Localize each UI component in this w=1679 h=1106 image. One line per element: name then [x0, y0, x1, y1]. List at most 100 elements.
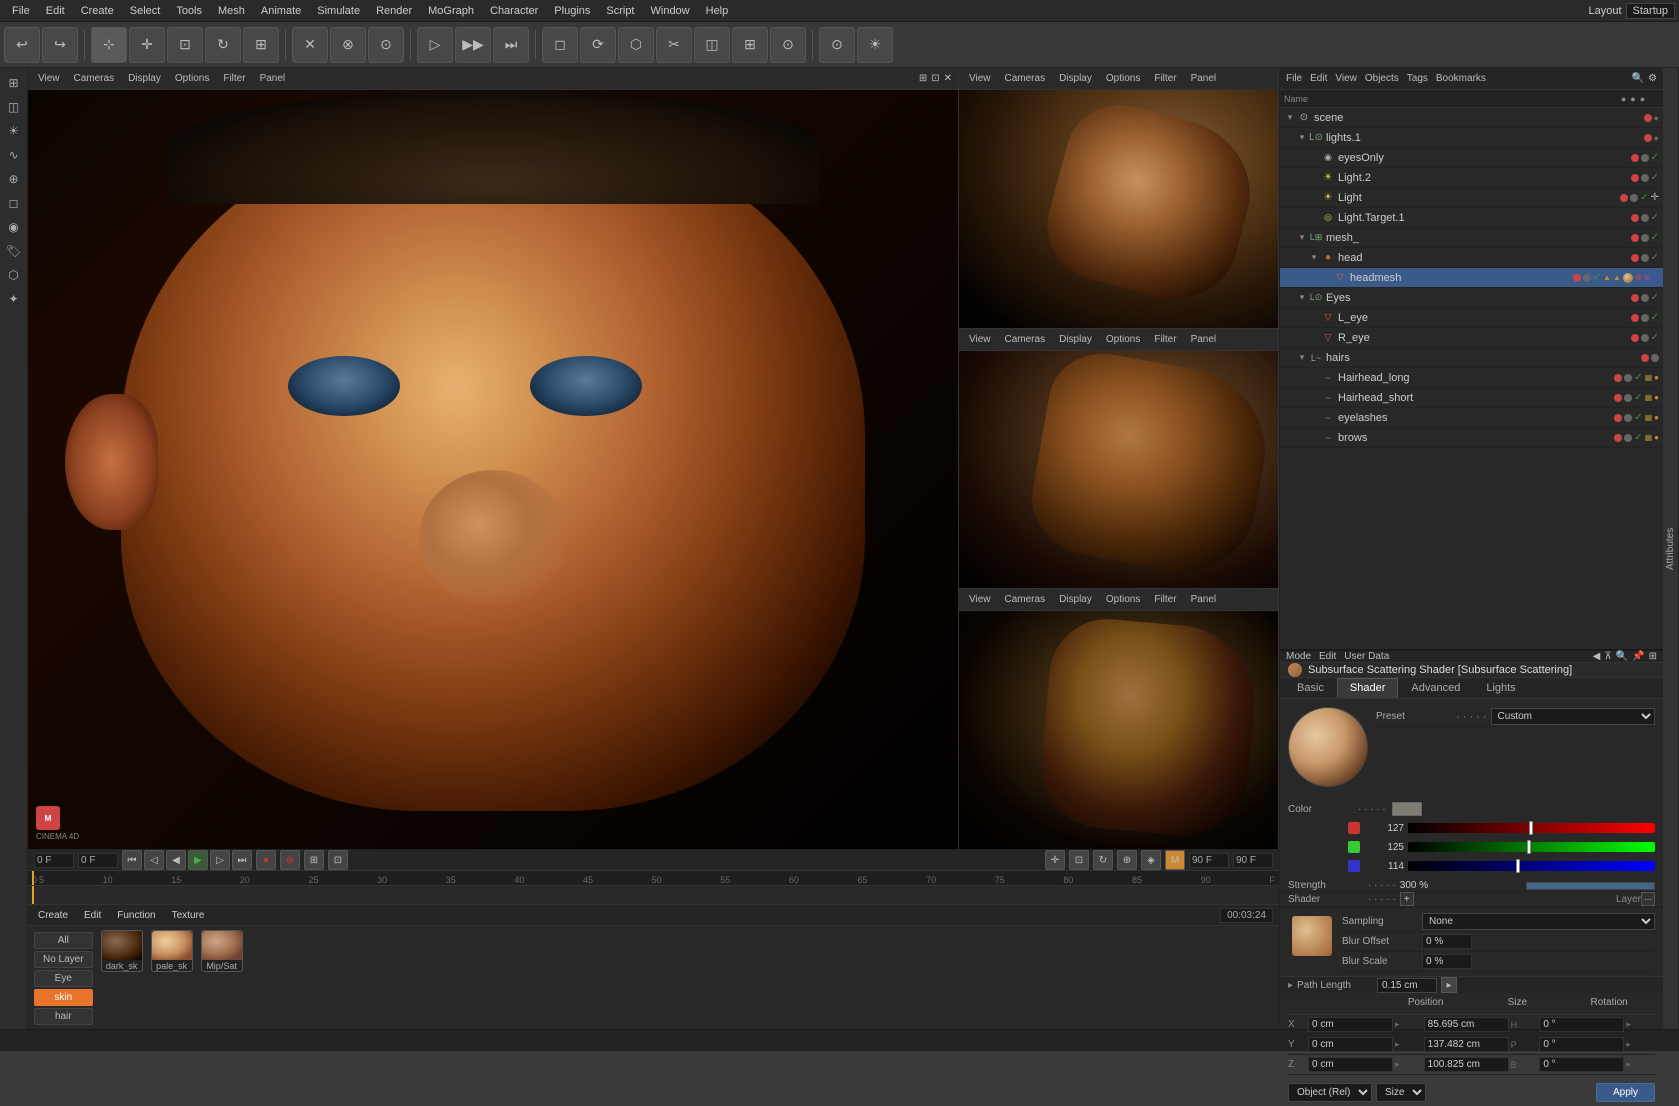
path-increment-btn[interactable]: ▸	[1441, 977, 1457, 993]
scale-key-btn[interactable]: ⊡	[1069, 850, 1089, 870]
play-forward-button[interactable]: ▶	[188, 850, 208, 870]
menu-plugins[interactable]: Plugins	[546, 3, 598, 19]
sv2-options[interactable]: Options	[1102, 332, 1144, 347]
magnet-tool[interactable]: ⊙	[770, 27, 806, 63]
redo-button[interactable]: ↪	[42, 27, 78, 63]
strength-slider-track[interactable]	[1526, 882, 1655, 890]
object-left-tool[interactable]: ◻	[3, 192, 25, 214]
size-x-input[interactable]	[1424, 1017, 1509, 1032]
sv-options[interactable]: Options	[1102, 71, 1144, 86]
tree-item-light2[interactable]: ☀ Light.2 ✓	[1280, 168, 1663, 188]
sv3-display[interactable]: Display	[1055, 592, 1096, 607]
preset-dropdown[interactable]: Custom	[1491, 708, 1655, 725]
cube-tool[interactable]: ⊞	[3, 72, 25, 94]
scene-file-menu[interactable]: File	[1286, 73, 1302, 84]
sv2-filter[interactable]: Filter	[1150, 332, 1180, 347]
attr-more-icon[interactable]: ⊞	[1649, 651, 1657, 662]
vbar-options[interactable]: Options	[171, 71, 213, 86]
b-slider-track[interactable]	[1408, 861, 1655, 871]
path-length-input[interactable]	[1377, 978, 1437, 993]
sampling-dropdown[interactable]: None	[1422, 913, 1655, 930]
menu-mesh[interactable]: Mesh	[210, 3, 253, 19]
tab-advanced[interactable]: Advanced	[1398, 678, 1473, 698]
material-left-tool[interactable]: ◉	[3, 216, 25, 238]
menu-create[interactable]: Create	[73, 3, 122, 19]
pla-key-btn[interactable]: ◈	[1141, 850, 1161, 870]
filter-eye[interactable]: Eye	[34, 970, 93, 987]
fps-input[interactable]	[1233, 853, 1273, 868]
size-y-input[interactable]	[1424, 1037, 1509, 1052]
function-label[interactable]: Function	[113, 908, 159, 923]
timeline-track[interactable]	[28, 886, 1279, 905]
scene-left-tool[interactable]: ⬡	[3, 264, 25, 286]
render-view[interactable]: ⊗	[330, 27, 366, 63]
filter-all[interactable]: All	[34, 932, 93, 949]
tree-item-reye[interactable]: ▽ R_eye ✓	[1280, 328, 1663, 348]
tree-item-eyesonly[interactable]: ◉ eyesOnly ✓	[1280, 148, 1663, 168]
scene-settings-icon[interactable]: ⚙	[1648, 73, 1657, 84]
pos-z-input[interactable]	[1308, 1057, 1393, 1072]
sub-viewport-mid[interactable]: View Cameras Display Options Filter Pane…	[959, 329, 1278, 590]
scale-tool[interactable]: ⊡	[167, 27, 203, 63]
scene-view-menu[interactable]: View	[1335, 73, 1357, 84]
goto-start-button[interactable]: ⏮	[122, 850, 142, 870]
play-back-button[interactable]: ◀	[166, 850, 186, 870]
filter-nolayer[interactable]: No Layer	[34, 951, 93, 968]
mode-menu[interactable]: Mode	[1286, 651, 1311, 662]
frame-end-input[interactable]	[1189, 853, 1229, 868]
undo-button[interactable]: ↩	[4, 27, 40, 63]
rotate-tool[interactable]: ↻	[205, 27, 241, 63]
rot-y-input[interactable]	[1539, 1037, 1624, 1052]
spline-tool[interactable]: ◫	[694, 27, 730, 63]
rot-x-input[interactable]	[1539, 1017, 1624, 1032]
camera-tool[interactable]: ◫	[3, 96, 25, 118]
vbar-view[interactable]: View	[34, 71, 64, 86]
blur-offset-input[interactable]	[1422, 934, 1472, 949]
bend-tool[interactable]: ⟳	[580, 27, 616, 63]
all-key-btn[interactable]: ⊕	[1117, 850, 1137, 870]
tab-shader[interactable]: Shader	[1337, 678, 1398, 698]
color-swatch[interactable]	[1392, 802, 1422, 816]
menu-simulate[interactable]: Simulate	[309, 3, 368, 19]
frame-start-input[interactable]	[34, 853, 74, 868]
menu-tools[interactable]: Tools	[168, 3, 210, 19]
light-left-tool[interactable]: ☀	[3, 120, 25, 142]
sv3-view[interactable]: View	[965, 592, 995, 607]
sv-view[interactable]: View	[965, 71, 995, 86]
scene-objects-menu[interactable]: Objects	[1365, 73, 1399, 84]
menu-mograph[interactable]: MoGraph	[420, 3, 482, 19]
vbar-display[interactable]: Display	[124, 71, 165, 86]
sub-viewport-canvas-mid[interactable]	[959, 351, 1278, 589]
menu-help[interactable]: Help	[698, 3, 737, 19]
step-forward-button[interactable]: ▷	[210, 850, 230, 870]
scene-bookmarks-menu[interactable]: Bookmarks	[1436, 73, 1486, 84]
render-region[interactable]: ✕	[292, 27, 328, 63]
sv2-view[interactable]: View	[965, 332, 995, 347]
tree-item-headmesh[interactable]: ▽ headmesh ✓ ▲ ▲ ⊕ ⊕ ✛	[1280, 268, 1663, 288]
viewport-icon-3[interactable]: ✕	[944, 73, 952, 84]
sv-panel[interactable]: Panel	[1187, 71, 1221, 86]
scene-edit-menu[interactable]: Edit	[1310, 73, 1327, 84]
vbar-panel[interactable]: Panel	[256, 71, 290, 86]
snap-tool[interactable]: ⊞	[732, 27, 768, 63]
tree-item-brows[interactable]: ~ brows ✓ ▦ ●	[1280, 428, 1663, 448]
size-mode-select[interactable]: Size	[1376, 1083, 1426, 1102]
attr-settings-icon[interactable]: ⊼	[1604, 651, 1611, 662]
move-key-btn[interactable]: ✛	[1045, 850, 1065, 870]
tree-item-eyes[interactable]: ▾ L⊙ Eyes ✓	[1280, 288, 1663, 308]
tree-item-eyelashes[interactable]: ~ eyelashes ✓ ▦ ●	[1280, 408, 1663, 428]
sv-cameras[interactable]: Cameras	[1001, 71, 1050, 86]
anim-play[interactable]: ▶▶	[455, 27, 491, 63]
motion-clip-button[interactable]: ⊞	[304, 850, 324, 870]
goto-end-button[interactable]: ⏭	[232, 850, 252, 870]
viewport-icon-1[interactable]: ⊞	[919, 73, 927, 84]
step-back-button[interactable]: ◁	[144, 850, 164, 870]
sv-filter[interactable]: Filter	[1150, 71, 1180, 86]
auto-key-button[interactable]: ⊕	[280, 850, 300, 870]
attr-search-icon[interactable]: 🔍	[1616, 651, 1628, 662]
rot-z-input[interactable]	[1539, 1057, 1624, 1072]
transform-tool[interactable]: ⊞	[243, 27, 279, 63]
shader-settings-btn[interactable]: ⋯	[1641, 892, 1655, 906]
scene-search-icon[interactable]: 🔍	[1632, 73, 1644, 84]
mat-key-btn[interactable]: M	[1165, 850, 1185, 870]
